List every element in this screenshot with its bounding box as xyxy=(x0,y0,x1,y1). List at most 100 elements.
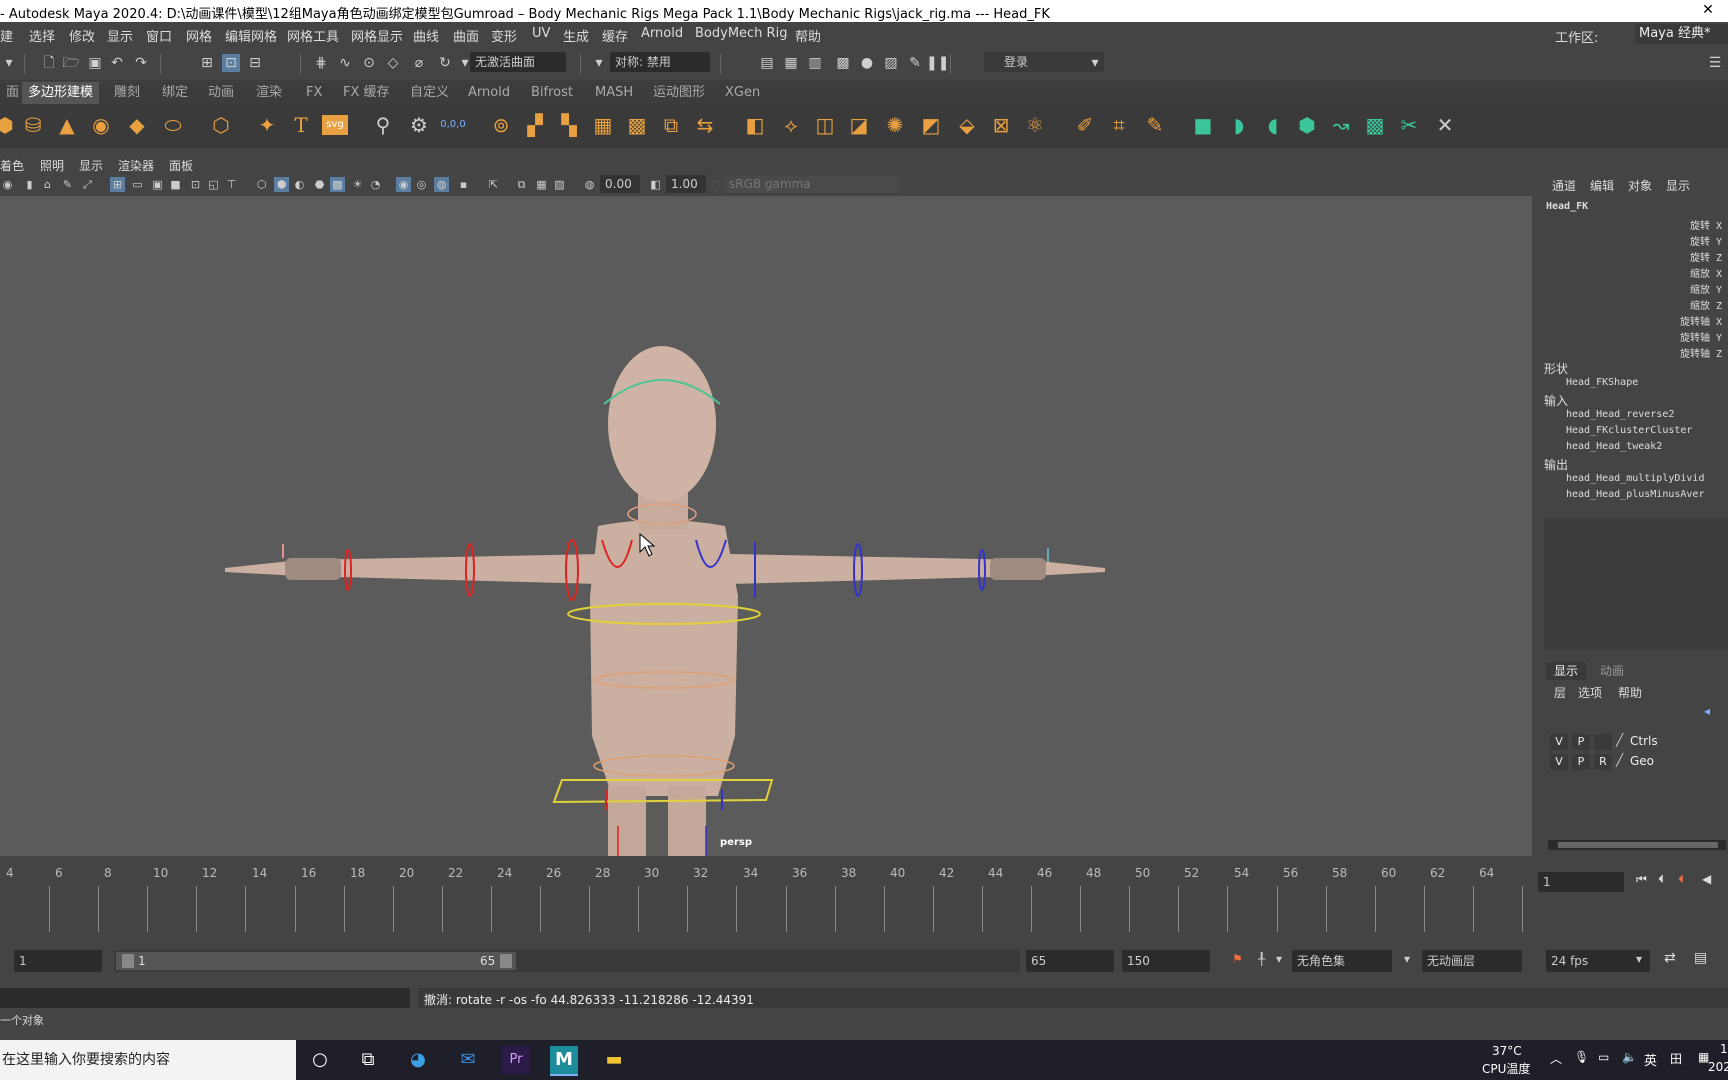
channel-box-menu-object[interactable]: 对象 xyxy=(1628,177,1652,194)
isolate-select-icon[interactable]: ◉ xyxy=(396,177,411,192)
attr-scale-x[interactable]: 缩放 X xyxy=(1690,265,1722,280)
save-scene-icon[interactable]: ▣ xyxy=(86,54,104,72)
attr-rotate-y[interactable]: 旋转 Y xyxy=(1690,233,1722,248)
login-dropdown-icon[interactable]: ▾ xyxy=(1086,54,1104,72)
layer-menu-options[interactable]: 选项 xyxy=(1578,684,1602,701)
snap-values-icon[interactable]: 0,0,0 xyxy=(440,112,466,138)
menu-curves[interactable]: 曲线 xyxy=(413,26,439,45)
range-start-grip-icon[interactable] xyxy=(122,954,134,968)
exposure-field[interactable]: 0.00 xyxy=(600,175,640,193)
channel-box-menu-show[interactable]: 显示 xyxy=(1666,177,1690,194)
toggle-panel-icon[interactable]: ☰ xyxy=(1706,54,1724,72)
ambient-occlusion-icon[interactable]: ▪ xyxy=(456,177,471,192)
detach-icon[interactable]: ⚛ xyxy=(1022,112,1048,138)
mirror-icon[interactable]: ⇆ xyxy=(692,112,718,138)
cortana-icon[interactable]: ○ xyxy=(306,1046,334,1074)
viewport-menu-lighting[interactable]: 照明 xyxy=(40,157,64,174)
shelf-tab-custom[interactable]: 自定义 xyxy=(404,82,455,104)
layer-display-type-toggle[interactable]: R xyxy=(1594,754,1612,770)
shelf-tab-rendering[interactable]: 渲染 xyxy=(250,82,288,104)
layer-tab-display[interactable]: 显示 xyxy=(1546,662,1587,680)
poly-disc-icon[interactable]: ⬭ xyxy=(160,112,186,138)
input-node[interactable]: Head_FKclusterCluster xyxy=(1566,425,1692,436)
taskbar-search-input[interactable]: 在这里输入你要搜索的内容 xyxy=(0,1040,296,1080)
poly-cylinder-icon[interactable]: ⛁ xyxy=(20,112,46,138)
viewport-menu-show[interactable]: 显示 xyxy=(79,157,103,174)
layer-row[interactable]: V P ╱ Ctrls xyxy=(1550,733,1728,751)
safe-title-icon[interactable]: ⊤ xyxy=(224,177,239,192)
tray-expand-icon[interactable]: ︿ xyxy=(1550,1050,1562,1067)
viewport-menu-shading[interactable]: 着色 xyxy=(0,157,24,174)
menu-mesh-display[interactable]: 网格显示 xyxy=(351,26,403,45)
loop-icon[interactable]: ⇄ xyxy=(1664,950,1676,966)
attr-rotate-axis-z[interactable]: 旋转轴 Z xyxy=(1680,345,1722,360)
2d-pan-icon[interactable]: ⤢ xyxy=(80,177,95,192)
auto-key-icon[interactable]: ⚑ xyxy=(1232,952,1243,966)
input-node[interactable]: head_Head_reverse2 xyxy=(1566,409,1674,420)
color-space-select[interactable]: sRGB gamma xyxy=(724,175,900,193)
uv-planar-icon[interactable]: ■ xyxy=(1190,112,1216,138)
bevel-icon[interactable]: ▦ xyxy=(590,112,616,138)
gamma-icon[interactable]: ◧ xyxy=(648,177,663,192)
attr-rotate-z[interactable]: 旋转 Z xyxy=(1690,249,1722,264)
workspace-select[interactable]: Maya 经典* xyxy=(1635,24,1728,44)
file-explorer-icon[interactable]: ▬ xyxy=(600,1046,628,1074)
ime-mode-icon[interactable]: 田 xyxy=(1670,1050,1682,1067)
snap-rotate-icon[interactable]: ↻ xyxy=(436,54,454,72)
depth-of-field-icon[interactable]: ▦ xyxy=(534,177,549,192)
target-weld-icon[interactable]: ◪ xyxy=(846,112,872,138)
multisample-icon[interactable]: ⧉ xyxy=(514,177,529,192)
open-scene-icon[interactable]: 🗁 xyxy=(62,54,80,72)
uv-cut-icon[interactable]: ✂ xyxy=(1396,112,1422,138)
merge-icon[interactable]: ◫ xyxy=(812,112,838,138)
channel-box-menu-edit[interactable]: 编辑 xyxy=(1590,177,1614,194)
menu-cache[interactable]: 缓存 xyxy=(602,26,628,45)
symmetry-dropdown-icon[interactable]: ▾ xyxy=(590,54,608,72)
menu-mesh-tools[interactable]: 网格工具 xyxy=(287,26,339,45)
snap-view-plane-icon[interactable]: ◇ xyxy=(384,54,402,72)
film-gate-icon[interactable]: ▭ xyxy=(130,177,145,192)
maya-icon[interactable]: M xyxy=(550,1046,578,1076)
exposure-icon[interactable]: ◍ xyxy=(582,177,597,192)
render-current-frame-icon[interactable]: ▦ xyxy=(782,54,800,72)
platonic-solid-icon[interactable]: ⬡ xyxy=(208,112,234,138)
range-end-grip-icon[interactable] xyxy=(500,954,512,968)
shelf-tab-fx[interactable]: FX xyxy=(300,82,328,104)
layer-tab-animation[interactable]: 动画 xyxy=(1592,662,1632,680)
fill-hole-icon[interactable]: ▩ xyxy=(624,112,650,138)
layer-scrollbar[interactable] xyxy=(1548,840,1726,850)
soft-mod-icon[interactable]: ✎ xyxy=(1142,112,1168,138)
field-chart-icon[interactable]: ⊡ xyxy=(188,177,203,192)
combine-icon[interactable]: ⚲ xyxy=(370,112,396,138)
shelf-tab-animation[interactable]: 动画 xyxy=(202,82,240,104)
attr-scale-y[interactable]: 缩放 Y xyxy=(1690,281,1722,296)
menu-deform[interactable]: 变形 xyxy=(491,26,517,45)
viewport-menu-panels[interactable]: 面板 xyxy=(169,157,193,174)
fps-select[interactable]: 24 fps xyxy=(1546,950,1650,972)
input-node[interactable]: head_Head_tweak2 xyxy=(1566,441,1662,452)
layer-name[interactable]: Geo xyxy=(1630,754,1654,768)
wireframe-on-shaded-icon[interactable]: ⬣ xyxy=(312,177,327,192)
step-back-key-icon[interactable]: ⏴ xyxy=(1678,872,1684,887)
insert-edge-loop-icon[interactable]: ⟡ xyxy=(778,112,804,138)
uv-cylindrical-icon[interactable]: ◗ xyxy=(1226,112,1252,138)
edge-icon[interactable]: ◕ xyxy=(404,1046,432,1074)
new-layer-icon[interactable]: ◂ xyxy=(1704,704,1710,718)
range-slider-handle[interactable] xyxy=(116,952,516,970)
symmetry-field[interactable]: 对称: 禁用 xyxy=(610,52,710,72)
render-setup-icon[interactable]: ▨ xyxy=(882,54,900,72)
use-all-lights-icon[interactable]: ☀ xyxy=(350,177,365,192)
ipr-render-icon[interactable]: ▥ xyxy=(806,54,824,72)
layer-row[interactable]: V P R ╱ Geo xyxy=(1550,753,1728,771)
shelf-tab-mash[interactable]: MASH xyxy=(589,82,639,104)
xray-joints-icon[interactable]: ◎ xyxy=(414,177,429,192)
select-components-icon[interactable]: ⊟ xyxy=(246,54,264,72)
menu-uv[interactable]: UV xyxy=(532,26,550,41)
svg-tool-icon[interactable]: svg xyxy=(322,115,348,135)
bridge-icon[interactable]: ▚ xyxy=(556,112,582,138)
close-window-button[interactable]: ✕ xyxy=(1688,0,1728,22)
view-transform-icon[interactable]: ◌ xyxy=(708,177,723,192)
snap-point-icon[interactable]: ⊙ xyxy=(360,54,378,72)
shelf-tab-motion-graphics[interactable]: 运动图形 xyxy=(647,82,711,104)
menu-generate[interactable]: 生成 xyxy=(563,26,589,45)
